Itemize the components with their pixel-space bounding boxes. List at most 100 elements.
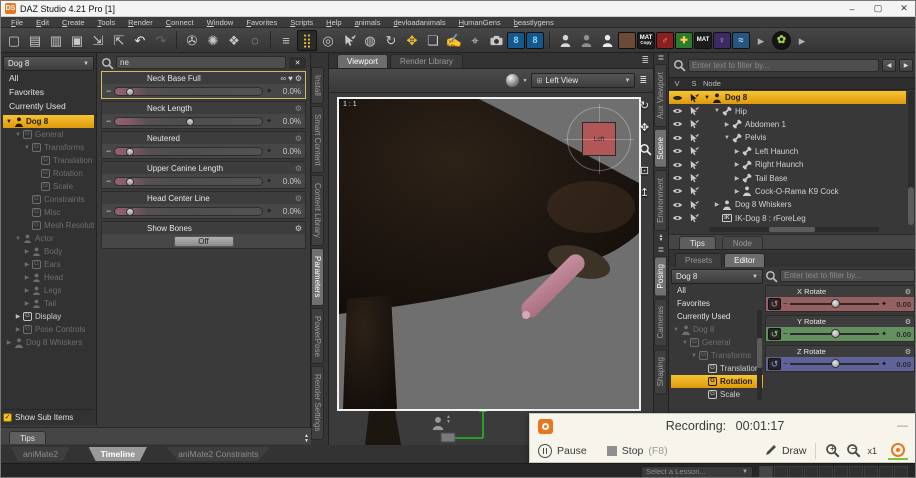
param-group-rotation[interactable]: GRotation bbox=[3, 167, 94, 180]
tab-aux-viewport[interactable]: Aux Viewport bbox=[654, 64, 667, 127]
tab-presets[interactable]: Presets bbox=[675, 253, 722, 267]
slider-track[interactable] bbox=[790, 303, 879, 305]
gear-icon[interactable]: ⚙ bbox=[295, 104, 302, 113]
viewport-options-menu-icon[interactable]: ≣ bbox=[639, 75, 647, 86]
posing-group-translation[interactable]: GTranslation bbox=[671, 362, 763, 375]
scene-node-cock-o-rama-k9-cock[interactable]: ▶Cock-O-Rama K9 Cock bbox=[669, 185, 906, 198]
rotate-tool-icon[interactable]: ↻ bbox=[381, 30, 401, 51]
parameters-search-input[interactable] bbox=[116, 56, 286, 69]
pane-menu-icon[interactable]: ≣ bbox=[654, 245, 668, 254]
rotate-ball-tool-icon[interactable]: ◍ bbox=[360, 30, 380, 51]
scene-node-dog-8[interactable]: ▼Dog 8 bbox=[669, 91, 906, 104]
posing-group-scale[interactable]: GScale bbox=[671, 388, 763, 401]
param-group-misc[interactable]: GMisc bbox=[3, 206, 94, 219]
posing-group-general[interactable]: ▼GGeneral bbox=[671, 336, 763, 349]
visibility-eye-icon[interactable] bbox=[669, 174, 685, 182]
gear-icon[interactable]: ⚙ bbox=[295, 194, 302, 203]
female-preset-icon[interactable]: ♀ bbox=[713, 32, 731, 49]
figure-bust-icon[interactable] bbox=[597, 30, 617, 51]
recorder-minimize-icon[interactable]: — bbox=[897, 420, 908, 432]
history-back-icon[interactable]: ◀ bbox=[882, 59, 896, 72]
menu-tools[interactable]: Tools bbox=[92, 18, 122, 27]
viewport-layout-8-a-icon[interactable]: 8 bbox=[507, 32, 525, 49]
tree-expand-icon[interactable]: ▶ bbox=[23, 274, 31, 281]
tab-cameras[interactable]: Cameras bbox=[654, 298, 667, 346]
gear-icon[interactable]: ⚙ bbox=[905, 348, 911, 356]
menu-scripts[interactable]: Scripts bbox=[284, 18, 319, 27]
tree-expand-icon[interactable]: ▶ bbox=[713, 201, 721, 208]
minimize-icon[interactable]: – bbox=[839, 1, 865, 16]
visibility-eye-icon[interactable] bbox=[669, 147, 685, 155]
posing-figure-selector[interactable]: Dog 8 ▼ bbox=[671, 269, 763, 284]
param-group-head[interactable]: ▶Head bbox=[3, 271, 94, 284]
scene-vertical-scrollbar[interactable] bbox=[908, 91, 914, 225]
create-primitive-icon[interactable]: ❖ bbox=[224, 30, 244, 51]
slider-thumb[interactable] bbox=[831, 329, 840, 338]
menu-window[interactable]: Window bbox=[201, 18, 240, 27]
param-group-mesh-resolution[interactable]: GMesh Resolution bbox=[3, 219, 94, 232]
tree-expand-icon[interactable]: ▶ bbox=[5, 339, 13, 346]
lesson-step-cell[interactable] bbox=[834, 466, 848, 478]
import-file-icon[interactable]: ⇲ bbox=[88, 30, 108, 51]
tab-render-library[interactable]: Render Library bbox=[390, 54, 463, 68]
scene-node-right-haunch[interactable]: ▶Right Haunch bbox=[669, 158, 906, 171]
dock-splitter-arrows[interactable]: ▲▼ bbox=[654, 234, 668, 242]
tree-expand-icon[interactable]: ▶ bbox=[733, 148, 741, 155]
nudge-decrease[interactable]: − bbox=[106, 177, 111, 186]
menu-animals[interactable]: animals bbox=[349, 18, 387, 27]
slider-track[interactable] bbox=[790, 333, 879, 335]
gear-icon[interactable]: ⚙ bbox=[905, 318, 911, 326]
menu-connect[interactable]: Connect bbox=[160, 18, 200, 27]
param-group-transforms[interactable]: ▼GTransforms bbox=[3, 141, 94, 154]
posing-group-dog-8[interactable]: ▼Dog 8 bbox=[671, 323, 763, 336]
visibility-eye-icon[interactable] bbox=[669, 201, 685, 209]
tab-posing[interactable]: Posing bbox=[654, 256, 667, 296]
tab-animate2[interactable]: aniMate2 bbox=[11, 447, 70, 461]
figure-white-icon[interactable] bbox=[555, 30, 575, 51]
tree-expand-icon[interactable]: ▶ bbox=[23, 287, 31, 294]
slider-track[interactable] bbox=[114, 207, 263, 216]
param-group-general[interactable]: ▼GGeneral bbox=[3, 128, 94, 141]
nudge-decrease[interactable]: − bbox=[783, 360, 788, 368]
overflow-arrow-2-icon[interactable]: ▸ bbox=[792, 30, 812, 51]
visibility-eye-icon[interactable] bbox=[669, 120, 685, 128]
column-node[interactable]: Node bbox=[703, 79, 721, 88]
nudge-decrease[interactable]: − bbox=[783, 300, 788, 308]
tab-viewport[interactable]: Viewport bbox=[337, 54, 388, 68]
posing-filter-all[interactable]: All bbox=[671, 284, 763, 297]
selectable-cursor-icon[interactable] bbox=[685, 200, 703, 210]
slider-track[interactable] bbox=[114, 117, 263, 126]
tab-editor[interactable]: Editor bbox=[724, 253, 765, 267]
param-group-body[interactable]: ▶Body bbox=[3, 245, 94, 258]
lesson-step-cell[interactable] bbox=[759, 466, 773, 478]
lesson-step-cell[interactable] bbox=[789, 466, 803, 478]
gear-icon[interactable]: ⚙ bbox=[295, 74, 302, 83]
param-group-scale[interactable]: GScale bbox=[3, 180, 94, 193]
tree-expand-icon[interactable]: ▶ bbox=[733, 161, 741, 168]
render-button-icon[interactable] bbox=[486, 30, 506, 51]
slider-thumb[interactable] bbox=[126, 178, 134, 186]
nudge-increase[interactable]: ✦ bbox=[266, 177, 272, 185]
stop-icon[interactable] bbox=[607, 446, 617, 456]
gear-icon[interactable]: ⚙ bbox=[295, 134, 302, 143]
open-file-icon[interactable]: ▤ bbox=[25, 30, 45, 51]
slider-thumb[interactable] bbox=[126, 88, 134, 96]
portrait-preset-icon[interactable] bbox=[618, 32, 636, 49]
heart-icon[interactable]: ♥ bbox=[288, 74, 293, 83]
overflow-arrow-1-icon[interactable]: ▸ bbox=[751, 30, 771, 51]
tree-expand-icon[interactable]: ▶ bbox=[733, 188, 741, 195]
slider-value[interactable]: 0.0% bbox=[275, 117, 301, 126]
tree-expand-icon[interactable]: ▼ bbox=[14, 236, 22, 242]
column-visible[interactable]: V bbox=[669, 79, 685, 88]
posing-filter-currently-used[interactable]: Currently Used bbox=[671, 310, 763, 323]
tab-timeline[interactable]: Timeline bbox=[89, 447, 147, 461]
slider-value[interactable]: 0.00 bbox=[889, 360, 911, 369]
nudge-decrease[interactable]: − bbox=[106, 117, 111, 126]
figure-gray-icon[interactable] bbox=[576, 30, 596, 51]
history-forward-icon[interactable]: ▶ bbox=[899, 59, 913, 72]
slider-track[interactable] bbox=[790, 363, 879, 365]
param-group-actor[interactable]: ▼Actor bbox=[3, 232, 94, 245]
param-group-constraints[interactable]: GConstraints bbox=[3, 193, 94, 206]
lesson-step-cell[interactable] bbox=[864, 466, 878, 478]
scale-tool-icon[interactable]: ❏ bbox=[423, 30, 443, 51]
